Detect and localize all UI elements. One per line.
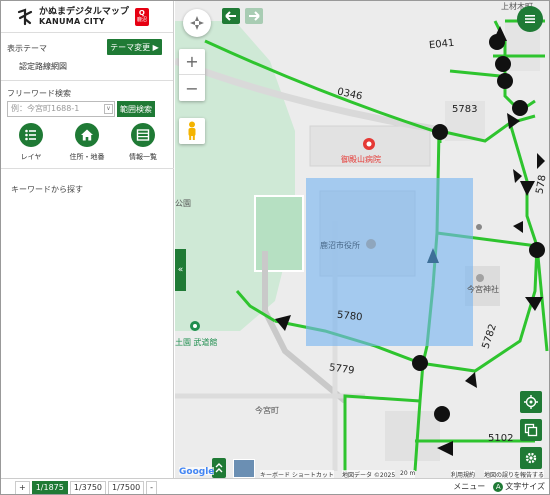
quick-menu: レイヤ 住所・地番 情報一覧: [1, 123, 174, 169]
budokan-label: 土園 武道館: [175, 338, 218, 347]
brand-header[interactable]: かぬまデジタルマップ KANUMA CITY Q 鹿沼: [1, 1, 173, 33]
scale-minus-button[interactable]: -: [146, 480, 158, 494]
satellite-thumbnail[interactable]: [233, 459, 255, 478]
table-list-icon: [131, 123, 155, 147]
zoom-out-button[interactable]: −: [179, 75, 205, 101]
quick-info-list-label: 情報一覧: [129, 153, 157, 161]
forward-button[interactable]: [245, 8, 263, 24]
search-placeholder: 例：今宮町1688-1: [11, 104, 80, 113]
google-logo: Google: [179, 467, 215, 477]
gear-icon: [525, 452, 537, 464]
current-theme: 認定路線網図: [19, 62, 67, 71]
back-button[interactable]: [222, 8, 240, 24]
settings-button[interactable]: [520, 447, 542, 469]
layer-list-icon: [19, 123, 43, 147]
range-selection: [306, 178, 473, 346]
free-word-search-input[interactable]: 例：今宮町1688-1 ∨: [7, 101, 115, 117]
crosshair-icon: [524, 395, 538, 409]
zoom-in-button[interactable]: +: [179, 49, 205, 75]
map-canvas[interactable]: 0346 E041 5783 5780 5779 5782 5102 578 御…: [175, 1, 549, 478]
zoom-control: + −: [179, 49, 205, 101]
footer-menu-link[interactable]: メニュー: [453, 481, 485, 492]
scale-bar: + 1/1875 1/3750 1/7500 - メニュー A 文字サイズ: [1, 478, 549, 494]
keyword-search-link[interactable]: キーワードから探す: [11, 184, 83, 195]
sidebar: かぬまデジタルマップ KANUMA CITY Q 鹿沼 表示テーマ テーマ変更 …: [1, 1, 174, 478]
scale-1875-button[interactable]: 1/1875: [31, 480, 68, 494]
hamburger-icon: [525, 15, 535, 23]
city-hall-pin-icon: [366, 239, 376, 249]
terms-link[interactable]: 利用規約: [451, 470, 476, 478]
current-location-button[interactable]: [520, 391, 542, 413]
scale-3750-button[interactable]: 1/3750: [69, 480, 107, 494]
scale-plus-button[interactable]: +: [15, 480, 30, 494]
map-data-credit: 地図データ ©2025: [342, 470, 396, 478]
hospital-label: 御殿山病院: [341, 155, 381, 164]
badge-line1: Q: [138, 9, 145, 17]
transit-icon: [476, 224, 482, 230]
brand-title-ja: かぬまデジタルマップ: [39, 6, 129, 17]
footer-right: メニュー A 文字サイズ: [453, 481, 545, 492]
map-rotate-control[interactable]: [183, 9, 211, 37]
street-view-pegman[interactable]: [179, 118, 205, 144]
search-dropdown-icon[interactable]: ∨: [104, 104, 113, 114]
report-error-link[interactable]: 地図の誤りを報告する: [484, 470, 545, 478]
range-search-button[interactable]: 範囲検索: [117, 101, 155, 117]
scale-7500-button[interactable]: 1/7500: [108, 480, 145, 494]
arrow-left-icon: [225, 11, 236, 21]
map-scale[interactable]: 20 m: [400, 470, 416, 478]
theme-change-button[interactable]: テーマ変更 ▶: [107, 39, 162, 55]
theme-section: 表示テーマ テーマ変更 ▶ 認定路線網図: [1, 33, 173, 81]
sidebar-collapse-button[interactable]: «: [175, 249, 186, 291]
quick-layer-label: レイヤ: [20, 153, 42, 161]
font-size-icon: A: [493, 481, 504, 492]
main-menu-button[interactable]: [517, 6, 543, 32]
arrow-right-icon: [249, 11, 260, 21]
layers-button[interactable]: [520, 419, 542, 441]
building: [385, 411, 440, 461]
stack-layers-icon: [524, 423, 538, 437]
home-icon: [75, 123, 99, 147]
quick-layer-button[interactable]: レイヤ: [5, 123, 57, 168]
keyboard-shortcuts-link[interactable]: キーボード ショートカット: [260, 470, 334, 478]
route-label: 5102: [488, 433, 514, 444]
shrine-pin-icon: [476, 274, 484, 282]
app-window: かぬまデジタルマップ KANUMA CITY Q 鹿沼 表示テーマ テーマ変更 …: [0, 0, 550, 495]
badge-line2: 鹿沼: [136, 17, 147, 23]
city-hall-label: 鹿沼市役所: [320, 241, 360, 250]
pegman-icon: [188, 121, 196, 140]
quick-address-button[interactable]: 住所・地番: [61, 123, 113, 168]
font-size-button[interactable]: 文字サイズ: [505, 481, 545, 492]
route-label: 5783: [452, 104, 478, 115]
quick-address-label: 住所・地番: [69, 153, 105, 161]
park-label: 公園: [175, 199, 191, 208]
quick-info-list-button[interactable]: 情報一覧: [117, 123, 169, 168]
town-label: 今宮町: [255, 406, 279, 415]
free-word-label: フリーワード検索: [7, 89, 71, 98]
theme-label: 表示テーマ: [7, 44, 47, 53]
compass-icon: [190, 16, 204, 30]
brand-badge: Q 鹿沼: [134, 7, 149, 26]
shrine-label: 今宮神社: [467, 285, 499, 294]
map-base: [175, 19, 549, 472]
brand-title-en: KANUMA CITY: [39, 16, 105, 26]
chevron-up-icon: [215, 463, 223, 473]
city-emblem-icon: [15, 7, 35, 27]
